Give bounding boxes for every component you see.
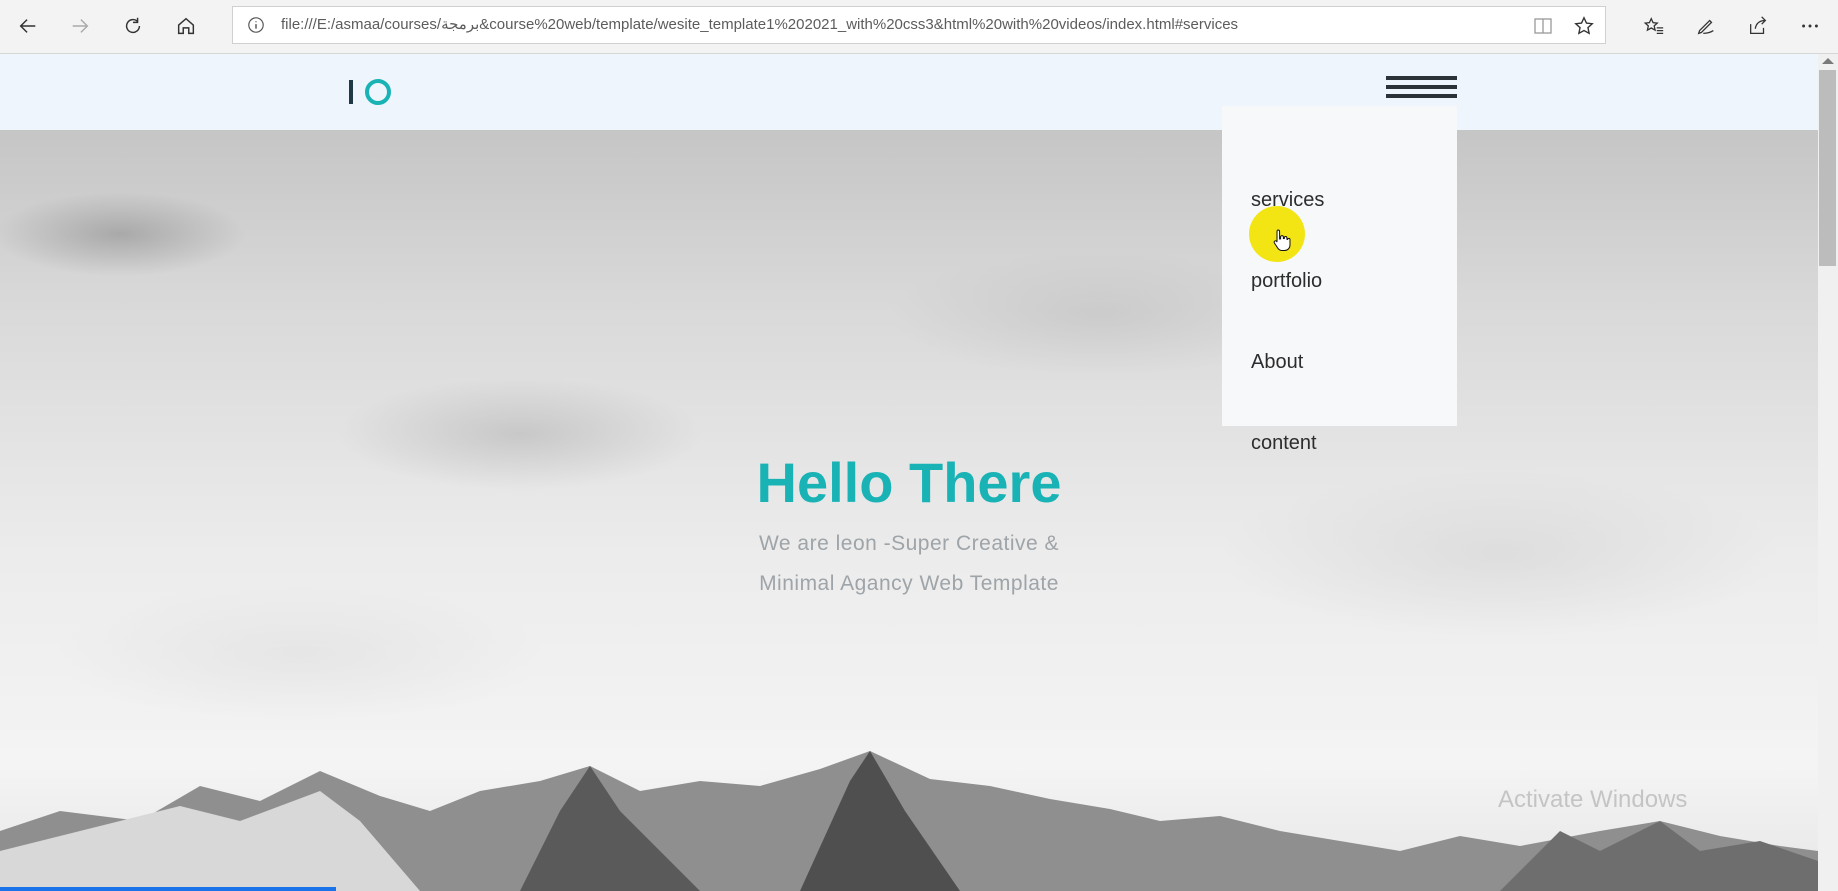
nav-dropdown-menu: services portfolio About content [1222,106,1457,454]
browser-toolbar: file:///E:/asmaa/courses/برمجة&course%20… [0,0,1838,54]
hero-tagline-line1: We are leon -Super Creative & [758,532,1060,555]
scroll-up-arrow-icon[interactable] [1822,58,1834,64]
favorite-star-icon[interactable] [1573,15,1595,37]
info-icon[interactable] [247,16,265,34]
home-icon [177,17,195,35]
hero-tagline-line2: Minimal Agancy Web Template [759,572,1059,595]
favorites-button[interactable] [1636,9,1672,43]
refresh-button[interactable] [115,9,151,43]
logo-bar [349,80,353,104]
more-icon [1802,24,1818,28]
back-button[interactable] [10,9,46,43]
site-navbar [0,54,1818,130]
home-button[interactable] [168,9,204,43]
hamburger-menu-button[interactable] [1386,76,1457,106]
favorites-list-icon [1643,17,1664,34]
back-icon [19,19,36,33]
page-load-progress [0,887,336,891]
share-icon [1750,16,1767,34]
site-logo[interactable] [349,76,391,108]
forward-icon [72,19,89,33]
web-page: services portfolio About content Hello T… [0,54,1818,891]
share-button[interactable] [1740,9,1776,43]
address-bar[interactable]: file:///E:/asmaa/courses/برمجة&course%20… [232,6,1606,44]
scrollbar-thumb[interactable] [1819,70,1836,266]
menu-item-portfolio[interactable]: portfolio [1251,270,1322,293]
reading-view-icon[interactable] [1533,16,1553,36]
refresh-icon [125,17,141,34]
hero-title: Hello There [756,451,1062,514]
hand-pointer-icon [1273,229,1291,251]
url-text[interactable]: file:///E:/asmaa/courses/برمجة&course%20… [281,7,1238,43]
more-button[interactable] [1792,9,1828,43]
menu-item-about[interactable]: About [1251,351,1303,374]
notes-button[interactable] [1688,9,1724,43]
notes-pen-icon [1697,19,1714,35]
logo-ring [365,79,391,105]
mountains-image [0,751,1818,891]
activate-windows-watermark: Activate Windows [1498,786,1688,813]
forward-button[interactable] [62,9,98,43]
